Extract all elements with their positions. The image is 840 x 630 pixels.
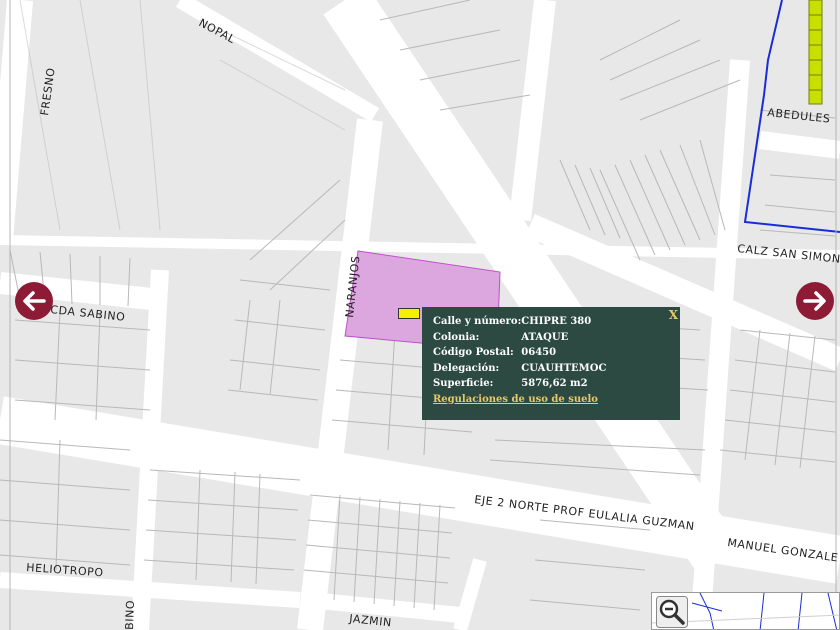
- arrow-right-icon: [803, 291, 826, 311]
- info-value: ATAQUE: [521, 331, 569, 343]
- zoom-out-icon: [656, 596, 688, 628]
- overview-map[interactable]: [651, 592, 840, 630]
- info-value: CUAUHTEMOC: [521, 362, 607, 374]
- info-value: 5876,62 m2: [521, 378, 588, 389]
- info-value: 06450: [521, 347, 557, 358]
- pan-left-button[interactable]: [15, 282, 53, 320]
- info-row-superficie: Superficie: 5876,62 m2: [433, 378, 606, 394]
- info-label: Colonia:: [433, 331, 480, 343]
- road-jazmin: [309, 592, 461, 623]
- road-abedules: [758, 131, 840, 159]
- road-minor-3: [453, 558, 487, 630]
- info-value: CHIPRE 380: [521, 316, 592, 327]
- parcel-info-popup: X Calle y número: CHIPRE 380 Colonia: AT…: [422, 307, 680, 420]
- rail-line: [808, 0, 823, 105]
- info-label: Delegación:: [433, 362, 500, 374]
- info-label: Código Postal:: [433, 347, 514, 358]
- street-label-calz-san-simon: CALZ SAN SIMON: [737, 242, 840, 266]
- street-label-sabino: BINO: [123, 600, 137, 630]
- location-marker[interactable]: [398, 308, 420, 319]
- road-naranjos: [297, 118, 383, 630]
- pan-right-button[interactable]: [796, 282, 834, 320]
- info-row-address: Calle y número: CHIPRE 380: [433, 316, 606, 332]
- land-use-regulations-link[interactable]: Regulaciones de uso de suelo: [433, 394, 598, 405]
- info-row-colonia: Colonia: ATAQUE: [433, 332, 606, 348]
- map-canvas[interactable]: NOPAL FRESNO ABEDULES CALZ SAN SIMON NAR…: [0, 0, 840, 630]
- road-heliotropo: [0, 572, 301, 608]
- zoom-out-button[interactable]: [656, 596, 688, 628]
- street-label-fresno: FRESNO: [38, 67, 58, 117]
- info-label: Superficie:: [433, 378, 494, 389]
- info-label: Calle y número:: [433, 316, 522, 327]
- info-row-postal-code: Código Postal: 06450: [433, 347, 606, 363]
- road-minor-1: [0, 235, 840, 260]
- parcel-info-table: Calle y número: CHIPRE 380 Colonia: ATAQ…: [433, 316, 606, 394]
- road-minor-2: [131, 269, 169, 630]
- popup-close-button[interactable]: X: [669, 308, 678, 322]
- map-base: NOPAL FRESNO ABEDULES CALZ SAN SIMON NAR…: [0, 0, 840, 630]
- info-row-delegacion: Delegación: CUAUHTEMOC: [433, 363, 606, 379]
- street-label-abedules: ABEDULES: [767, 106, 831, 126]
- arrow-left-icon: [23, 291, 46, 311]
- road-vertical-2: [509, 0, 556, 222]
